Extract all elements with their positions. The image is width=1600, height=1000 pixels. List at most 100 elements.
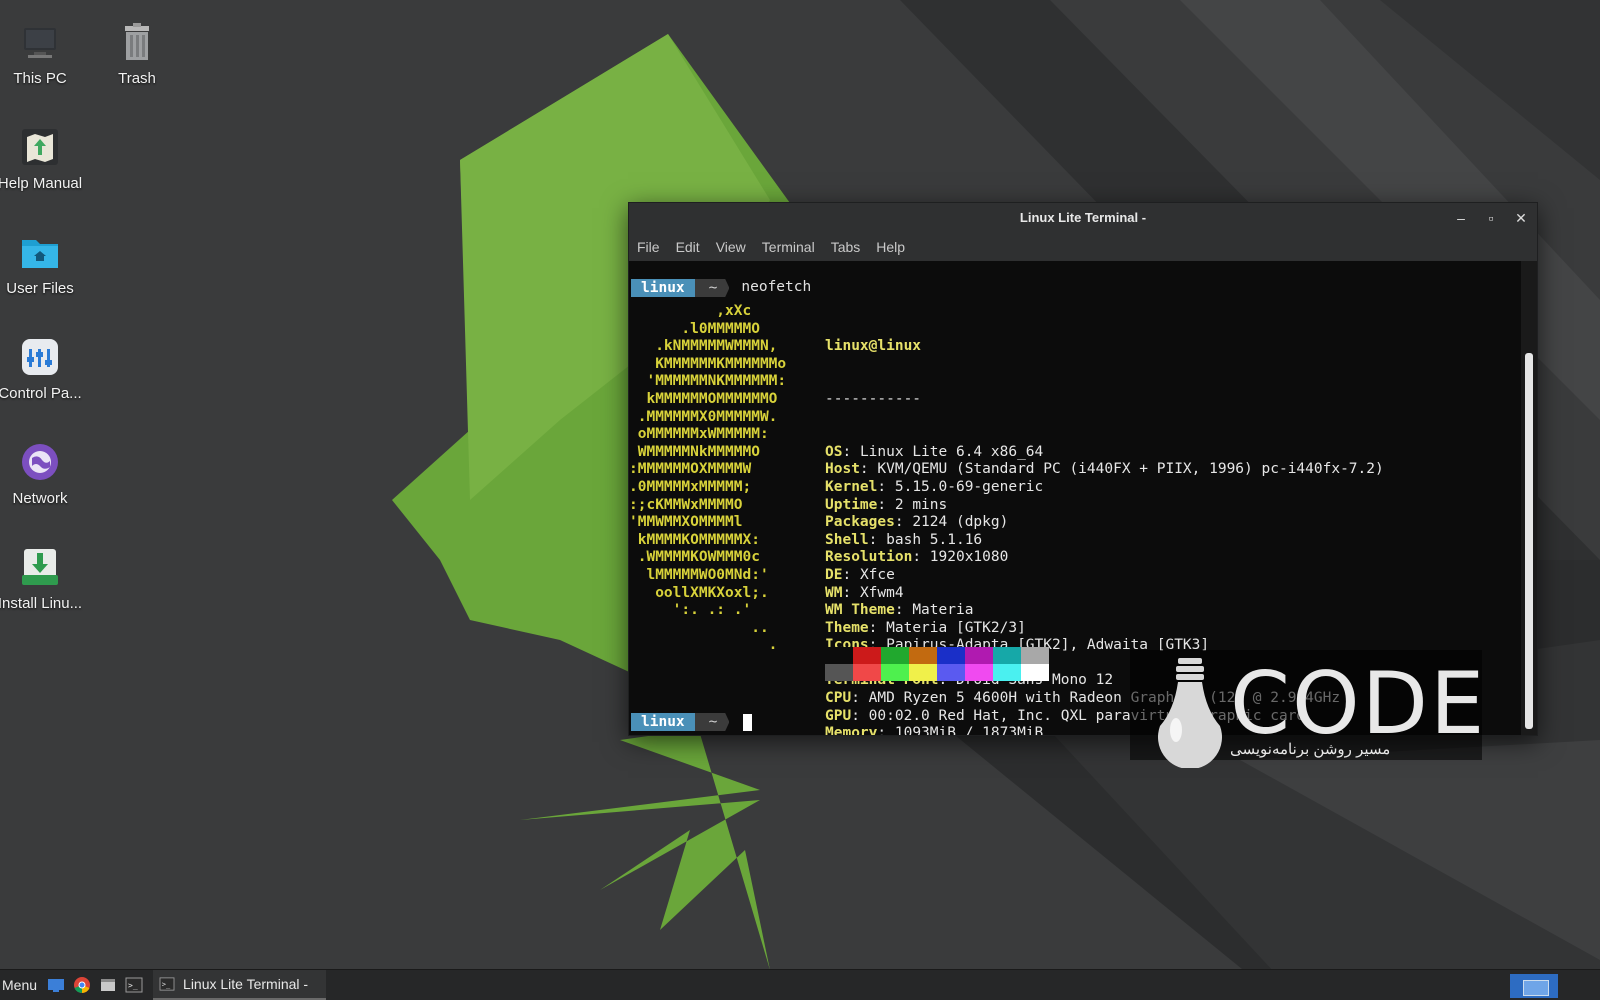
logo-line: lMMMMMWO0MNd:': [629, 566, 769, 583]
desktop-icon-help-manual[interactable]: Help Manual: [0, 125, 90, 192]
svg-text:>_: >_: [162, 981, 171, 989]
color-swatch: [853, 647, 881, 664]
info-value: 1920x1080: [929, 549, 1009, 566]
active-prompt[interactable]: linux ~: [631, 713, 753, 731]
install-icon: [18, 545, 62, 589]
prompt-user: linux: [631, 713, 695, 731]
info-key: Memory: [825, 725, 878, 735]
info-row: WM Theme: Materia: [825, 602, 974, 619]
info-value: Materia: [912, 602, 974, 619]
menu-file[interactable]: File: [637, 239, 660, 255]
lightbulb-icon: [1158, 658, 1222, 768]
color-swatch: [881, 647, 909, 664]
chrome-icon[interactable]: [73, 976, 91, 994]
terminal-icon[interactable]: >_: [125, 976, 143, 994]
color-swatch: [825, 647, 853, 664]
info-row: Theme: Materia [GTK2/3]: [825, 619, 1026, 636]
logo-line: 'MMMMMMNKMMMMMM:: [629, 373, 787, 390]
menu-terminal[interactable]: Terminal: [762, 239, 815, 255]
maximize-icon[interactable]: ▫: [1477, 203, 1505, 233]
info-row: Shell: bash 5.1.16: [825, 531, 983, 548]
menu-edit[interactable]: Edit: [676, 239, 700, 255]
scrollbar-thumb[interactable]: [1525, 353, 1533, 729]
logo-line: kMMMMKOMMMMMX:: [629, 531, 760, 548]
info-row: Resolution: 1920x1080: [825, 549, 1009, 566]
help-manual-icon: [18, 125, 62, 169]
svg-text:>_: >_: [128, 981, 138, 990]
info-key: Uptime: [825, 496, 878, 513]
info-key: Shell: [825, 531, 869, 548]
logo-line: kMMMMMMOMMMMMMO: [629, 390, 778, 407]
color-swatch: [993, 664, 1021, 681]
text-cursor: [743, 713, 753, 731]
workspace-switcher[interactable]: [1510, 974, 1558, 998]
user-folder-icon: [18, 230, 62, 274]
logo-line: WMMMMMNkMMMMMO: [629, 443, 760, 460]
info-row: Packages: 2124 (dpkg): [825, 514, 1009, 531]
desktop-icon-label: Help Manual: [0, 175, 83, 192]
prompt-dir: ~: [694, 279, 730, 297]
desktop-icon-label: Network: [12, 490, 68, 507]
info-value: 2124 (dpkg): [912, 514, 1009, 531]
desktop-icon-trash[interactable]: Trash: [87, 20, 187, 87]
info-key: Host: [825, 461, 860, 478]
command-text: neofetch: [741, 279, 812, 296]
window-titlebar[interactable]: Linux Lite Terminal - – ▫ ✕: [629, 203, 1537, 233]
logo-line: oollXMKXoxl;.: [629, 584, 769, 601]
watermark-brand: CODE: [1230, 654, 1487, 754]
menu-help[interactable]: Help: [876, 239, 905, 255]
desktop-icon-install[interactable]: Install Linu...: [0, 545, 90, 612]
trash-icon: [115, 20, 159, 64]
info-value: 5.15.0-69-generic: [894, 478, 1044, 495]
logo-line: :;cKMMWxMMMMO: [629, 496, 743, 513]
command-prompt: linux ~ neofetch: [631, 279, 811, 297]
watermark-tagline: مسیر روشن برنامه‌نویسی: [1230, 741, 1391, 758]
logo-line: KMMMMMMKMMMMMMo: [629, 355, 787, 372]
info-row: DE: Xfce: [825, 566, 895, 583]
menu-button[interactable]: Menu: [0, 977, 43, 993]
color-swatch: [993, 647, 1021, 664]
color-swatch: [909, 664, 937, 681]
desktop-icon-user-files[interactable]: User Files: [0, 230, 90, 297]
logo-line: ,xXc: [629, 303, 752, 319]
prompt-dir: ~: [694, 713, 730, 731]
info-value: Xfce: [859, 566, 895, 583]
desktop-icon-control-panel[interactable]: Control Pa...: [0, 335, 90, 402]
control-panel-icon: [18, 335, 62, 379]
logo-line: .WMMMMKOWMMM0c: [629, 549, 760, 566]
logo-line: ':. .: .': [629, 602, 752, 619]
menu-view[interactable]: View: [716, 239, 746, 255]
color-swatch: [825, 664, 853, 681]
info-key: OS: [825, 443, 843, 460]
logo-line: ..: [629, 619, 769, 636]
file-manager-icon[interactable]: [99, 976, 117, 994]
color-swatch: [937, 647, 965, 664]
desktop-icon-this-pc[interactable]: This PC: [0, 20, 90, 87]
prompt-user: linux: [631, 279, 695, 297]
logo-line: .: [629, 637, 778, 654]
info-key: Kernel: [825, 478, 878, 495]
desktop-icon-label: Trash: [118, 70, 156, 87]
logo-line: 'MMWMMXOMMMMl: [629, 514, 743, 531]
show-desktop-icon[interactable]: [47, 976, 65, 994]
taskbar: Menu >_ >_ Linux Lite Terminal -: [0, 969, 1600, 1000]
close-icon[interactable]: ✕: [1507, 203, 1535, 233]
info-value: Materia [GTK2/3]: [886, 619, 1026, 636]
desktop-icon-network[interactable]: Network: [0, 440, 90, 507]
terminal-scrollbar[interactable]: [1521, 261, 1537, 735]
menu-tabs[interactable]: Tabs: [831, 239, 861, 255]
info-row: OS: Linux Lite 6.4 x86_64: [825, 443, 1044, 460]
ascii-logo: ,xXc .l0MMMMMO .kNMMMMMWMMMN, KMMMMMMKMM…: [629, 303, 809, 655]
info-key: Theme: [825, 619, 869, 636]
minimize-icon[interactable]: –: [1447, 203, 1475, 233]
logo-line: .kNMMMMMWMMMN,: [629, 338, 778, 355]
terminal-icon: >_: [159, 977, 175, 991]
logo-line: .0MMMMMxMMMMM;: [629, 478, 752, 495]
info-key: Packages: [825, 514, 895, 531]
logo-line: .l0MMMMMO: [629, 320, 760, 337]
workspace-thumbnail: [1523, 980, 1549, 996]
info-key: DE: [825, 566, 843, 583]
window-title: Linux Lite Terminal -: [1019, 210, 1147, 225]
taskbar-terminal-task[interactable]: >_ Linux Lite Terminal -: [153, 970, 327, 1000]
info-key: Resolution: [825, 549, 913, 566]
